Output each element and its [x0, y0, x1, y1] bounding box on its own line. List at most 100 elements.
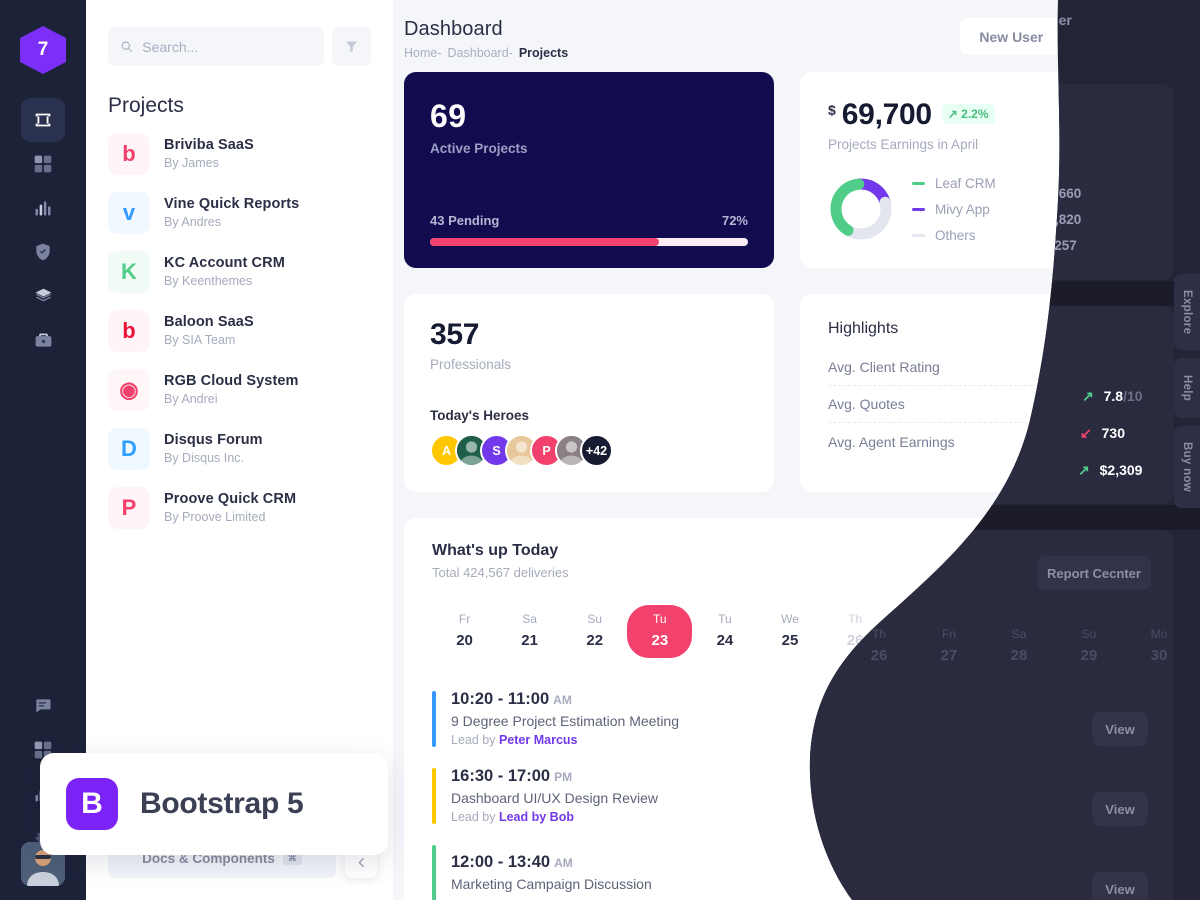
- arrow-up-icon: ↗: [1082, 388, 1094, 404]
- project-logo-icon: b: [108, 309, 150, 352]
- day-of-week: Su: [587, 612, 603, 626]
- project-name: Vine Quick Reports: [164, 196, 300, 212]
- active-projects-card[interactable]: 69 Active Projects 43 Pending 72%: [404, 72, 774, 268]
- avatar-more-count[interactable]: +42: [580, 434, 613, 467]
- day-number: 28: [1010, 647, 1028, 664]
- day-number: 26: [870, 647, 888, 664]
- day-of-week: We: [781, 612, 799, 626]
- day-number: 23: [651, 632, 669, 649]
- day-cell[interactable]: We 25: [757, 605, 822, 658]
- active-projects-pending: 43 Pending: [430, 213, 500, 228]
- rail-item-grid[interactable]: [21, 142, 65, 186]
- event-lead-name[interactable]: Peter Marcus: [499, 733, 578, 747]
- app-logo[interactable]: 7: [20, 26, 66, 74]
- project-logo-icon: b: [108, 132, 150, 175]
- chart-bars-icon: [35, 201, 51, 216]
- earnings-delta-badge: ↗ 2.2%: [941, 104, 995, 124]
- search-box[interactable]: [108, 27, 324, 66]
- rail-item-cube[interactable]: [21, 98, 65, 142]
- project-item[interactable]: v Vine Quick Reports By Andres: [86, 183, 393, 242]
- event-time: 10:20 - 11:00: [451, 690, 550, 708]
- day-number: 27: [940, 647, 958, 664]
- arrow-down-icon: ↙: [1080, 425, 1092, 441]
- side-tab-buy-now[interactable]: Buy now: [1174, 426, 1200, 508]
- day-of-week: Su: [1081, 627, 1097, 641]
- project-item[interactable]: b Briviba SaaS By James: [86, 124, 393, 183]
- event-ampm: AM: [553, 693, 572, 707]
- highlight-label: Avg. Agent Earnings: [828, 433, 955, 450]
- legend-marker-icon: [912, 233, 925, 237]
- active-projects-label: Active Projects: [430, 141, 528, 156]
- whats-up-title: What's up Today: [432, 542, 559, 559]
- side-tab-explore[interactable]: Explore: [1174, 274, 1200, 350]
- bootstrap-label: Bootstrap 5: [140, 787, 304, 820]
- highlight-label: Avg. Quotes: [828, 396, 905, 412]
- project-text: RGB Cloud System By Andrei: [164, 373, 299, 406]
- day-of-week: Mo: [1150, 627, 1168, 641]
- event-time: 16:30 - 17:00: [451, 767, 551, 785]
- active-projects-percent: 72%: [721, 213, 748, 228]
- legend-marker-icon: [912, 181, 925, 185]
- bootstrap-badge: B Bootstrap 5: [40, 753, 388, 855]
- day-cell[interactable]: Sa 21: [497, 605, 562, 658]
- day-cell[interactable]: Fr 20: [432, 605, 497, 658]
- chevron-left-icon: [358, 857, 364, 867]
- event-lead-prefix: Lead by: [451, 733, 499, 747]
- day-cell[interactable]: Tu 23: [627, 605, 693, 658]
- project-text: Briviba SaaS By James: [164, 137, 254, 170]
- side-tab-help[interactable]: Help: [1174, 358, 1200, 418]
- search-icon: [121, 41, 133, 53]
- project-name: Disqus Forum: [164, 432, 263, 448]
- arrow-up-icon: ↗: [1078, 462, 1090, 478]
- project-item[interactable]: K KC Account CRM By Keenthemes: [86, 242, 393, 301]
- rail-nav: [21, 98, 65, 362]
- side-tab-label: Help: [1181, 374, 1193, 402]
- event-ampm: PM: [554, 770, 573, 784]
- professionals-card[interactable]: 357 Professionals Today's Heroes A S P +42: [404, 294, 774, 492]
- event-color-bar: [432, 690, 436, 747]
- dark-day-cell: Mo 30: [1124, 620, 1194, 673]
- project-text: Baloon SaaS By SIA Team: [164, 314, 254, 347]
- search-input[interactable]: [142, 38, 312, 55]
- projects-title: Projects: [108, 94, 184, 117]
- project-item[interactable]: P Proove Quick CRM By Proove Limited: [86, 478, 393, 537]
- project-author: By SIA Team: [164, 333, 236, 347]
- page-title: Dashboard: [404, 18, 503, 40]
- rail-item-layers[interactable]: [21, 274, 65, 318]
- filter-button[interactable]: [332, 27, 371, 66]
- breadcrumb-item-2[interactable]: Projects: [519, 46, 568, 60]
- project-name: RGB Cloud System: [164, 373, 299, 389]
- project-item[interactable]: ◉ RGB Cloud System By Andrei: [86, 360, 393, 419]
- rail-item-charts[interactable]: [21, 186, 65, 230]
- layers-icon: [35, 288, 51, 301]
- progress-fill: [430, 238, 659, 246]
- dark-highlight-value-2: ↙ 730: [1080, 425, 1125, 441]
- grid-icon: [34, 155, 52, 173]
- rail-item-chat[interactable]: [21, 684, 65, 728]
- project-item[interactable]: D Disqus Forum By Disqus Inc.: [86, 419, 393, 478]
- day-of-week: Fr: [458, 612, 471, 626]
- active-projects-value: 69: [430, 98, 467, 134]
- dark-report-button: Report Cecnter: [1037, 556, 1151, 590]
- day-cell[interactable]: Su 22: [562, 605, 627, 658]
- project-author: By Andrei: [164, 392, 218, 406]
- event-color-bar: [432, 844, 436, 900]
- day-number: 29: [1080, 647, 1098, 664]
- rail-item-security[interactable]: [21, 230, 65, 274]
- project-logo-icon: ◉: [108, 368, 150, 411]
- day-cell[interactable]: Tu 24: [692, 605, 757, 658]
- project-text: Disqus Forum By Disqus Inc.: [164, 432, 263, 465]
- whats-up-subtitle: Total 424,567 deliveries: [432, 565, 569, 580]
- project-item[interactable]: b Baloon SaaS By SIA Team: [86, 301, 393, 360]
- breadcrumb-item-1[interactable]: Dashboard-: [448, 46, 513, 60]
- shield-check-icon: [36, 243, 50, 261]
- whats-up-titles: What's up Today Total 424,567 deliveries: [432, 542, 569, 580]
- project-logo-icon: D: [108, 427, 150, 470]
- event-lead-name[interactable]: Lead by Bob: [499, 810, 574, 824]
- project-author: By Keenthemes: [164, 274, 253, 288]
- project-name: KC Account CRM: [164, 255, 285, 271]
- rail-item-briefcase[interactable]: [21, 318, 65, 362]
- day-number: 30: [1150, 647, 1168, 664]
- breadcrumb-item-0[interactable]: Home-: [404, 46, 442, 60]
- new-user-button[interactable]: New User: [960, 18, 1063, 55]
